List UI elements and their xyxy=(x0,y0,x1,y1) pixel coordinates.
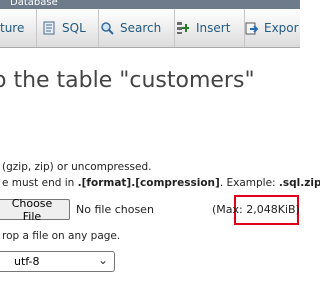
search-icon xyxy=(100,21,114,35)
export-icon xyxy=(244,21,259,35)
filename-rule-prefix: e must end in xyxy=(2,177,78,189)
max-upload-size: (Max: 2,048KiB) xyxy=(212,203,300,216)
filename-rule-example-prefix: . Example: xyxy=(219,177,279,189)
tab-sql-label: SQL xyxy=(62,21,86,35)
tab-structure-label: ture xyxy=(0,21,25,35)
filename-rule-format: .[format].[compression] xyxy=(77,177,220,189)
chevron-down-icon: ⌄ xyxy=(97,253,108,267)
charset-select[interactable]: utf-8 ⌄ xyxy=(0,251,115,272)
choose-file-button[interactable]: Choose File xyxy=(0,197,70,223)
filename-rule-example: .sql.zip xyxy=(278,177,320,189)
compression-help-text: (gzip, zip) or uncompressed. xyxy=(2,161,152,173)
tab-insert-label: Insert xyxy=(196,21,231,35)
page-title: o the table "customers" xyxy=(0,68,255,93)
tab-search[interactable]: Search xyxy=(92,9,175,47)
no-file-chosen-text: No file chosen xyxy=(76,203,154,216)
top-menu-tabs: ture SQL Search Insert Expor xyxy=(0,9,300,48)
breadcrumb-text[interactable]: Database xyxy=(10,0,58,8)
tab-sql[interactable]: SQL xyxy=(36,9,99,47)
tab-search-label: Search xyxy=(120,21,162,35)
sql-icon xyxy=(42,21,56,35)
filename-rule-text: e must end in .[format].[compression]. E… xyxy=(2,177,320,189)
charset-selected-value: utf-8 xyxy=(14,255,40,268)
tab-export-label: Expor xyxy=(264,21,299,35)
tab-structure[interactable]: ture xyxy=(0,9,37,47)
breadcrumb[interactable]: Database xyxy=(0,0,300,9)
insert-icon xyxy=(176,21,190,35)
drop-hint-text: rop a file on any page. xyxy=(2,230,121,242)
tab-export[interactable]: Expor xyxy=(234,9,300,47)
